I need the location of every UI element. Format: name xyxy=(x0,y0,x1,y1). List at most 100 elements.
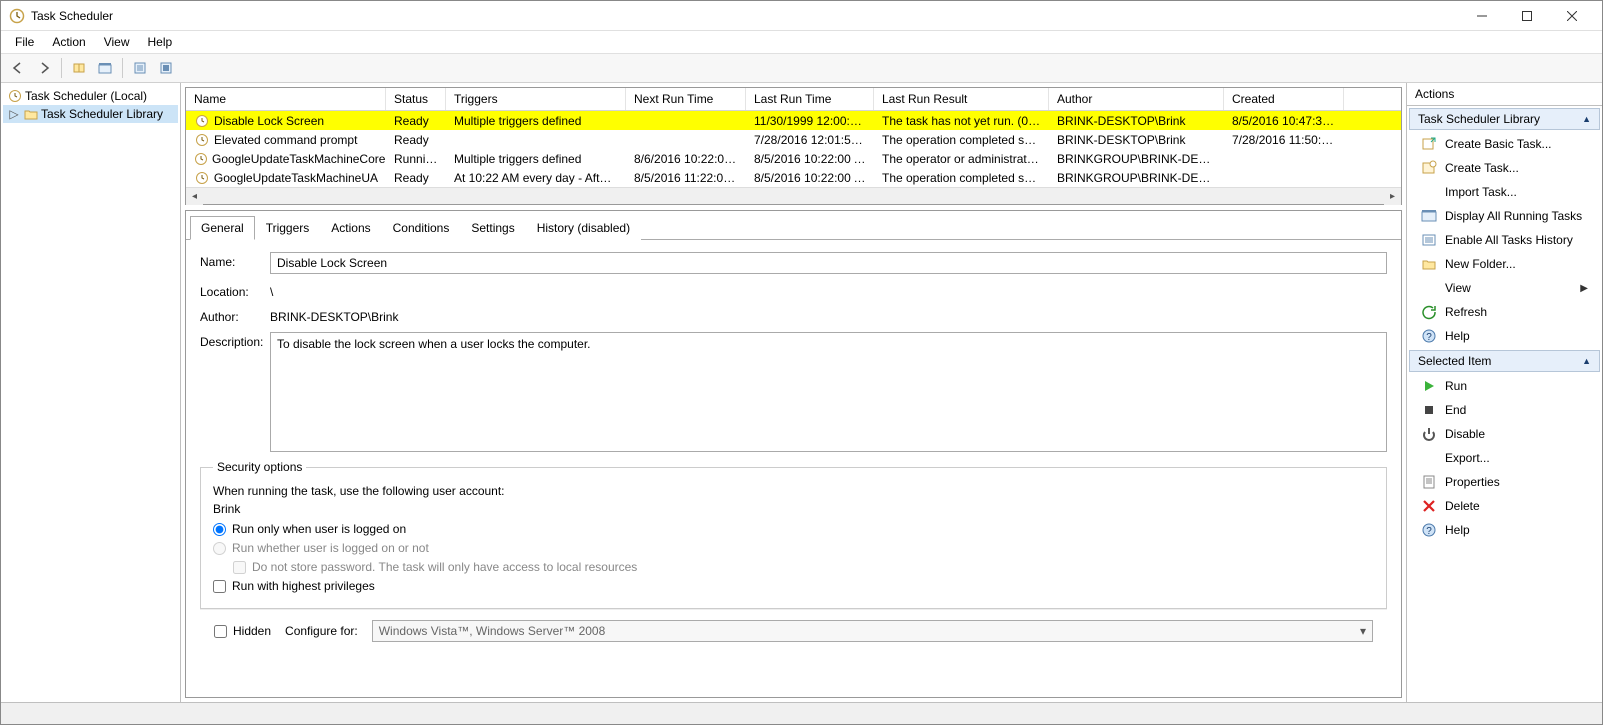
actions-list-selected: Run End Disable Export... Properties Delete?H… xyxy=(1407,374,1602,542)
back-button[interactable] xyxy=(7,57,29,79)
radio-logged-on[interactable] xyxy=(213,523,226,536)
forward-button[interactable] xyxy=(33,57,55,79)
col-author[interactable]: Author xyxy=(1049,88,1224,110)
main-area: Task Scheduler (Local) ▷ Task Scheduler … xyxy=(1,83,1602,702)
description-field[interactable] xyxy=(270,332,1387,452)
action-label: View xyxy=(1445,281,1471,295)
action-help[interactable]: ?Help xyxy=(1407,518,1602,542)
col-triggers[interactable]: Triggers xyxy=(446,88,626,110)
radio-logged-or-not-label: Run whether user is logged on or not xyxy=(232,541,429,555)
run-icon xyxy=(1421,378,1437,394)
minimize-button[interactable] xyxy=(1459,2,1504,30)
center-pane: Name Status Triggers Next Run Time Last … xyxy=(181,83,1407,702)
action-label: Help xyxy=(1445,329,1470,343)
tree-root[interactable]: Task Scheduler (Local) xyxy=(3,87,178,105)
expand-icon[interactable]: ▷ xyxy=(7,107,21,121)
action-properties[interactable]: Properties xyxy=(1407,470,1602,494)
cell-author: BRINK-DESKTOP\Brink xyxy=(1049,113,1224,129)
actions-list-library: Create Basic Task...Create Task...Import… xyxy=(1407,132,1602,348)
help-icon: ? xyxy=(1421,522,1437,538)
check-highest-priv[interactable] xyxy=(213,580,226,593)
toolbar-btn-3[interactable] xyxy=(129,57,151,79)
toolbar-btn-2[interactable] xyxy=(94,57,116,79)
check-hidden[interactable] xyxy=(214,625,227,638)
radio-logged-or-not[interactable] xyxy=(213,542,226,555)
action-label: End xyxy=(1445,403,1466,417)
action-new-folder[interactable]: New Folder... xyxy=(1407,252,1602,276)
author-value: BRINK-DESKTOP\Brink xyxy=(270,307,398,324)
menu-action[interactable]: Action xyxy=(44,33,93,51)
action-run[interactable]: Run xyxy=(1407,374,1602,398)
location-label: Location: xyxy=(200,282,270,299)
check-no-password[interactable] xyxy=(233,561,246,574)
window-title: Task Scheduler xyxy=(31,9,1459,23)
menu-help[interactable]: Help xyxy=(140,33,181,51)
help-icon: ? xyxy=(1421,328,1437,344)
collapse-icon: ▲ xyxy=(1582,114,1591,124)
task-row[interactable]: Elevated command promptReady7/28/2016 12… xyxy=(186,130,1401,149)
tree-library[interactable]: ▷ Task Scheduler Library xyxy=(3,105,178,123)
action-import-task[interactable]: Import Task... xyxy=(1407,180,1602,204)
cell-result: The operation completed suc... xyxy=(874,132,1049,148)
col-name[interactable]: Name xyxy=(186,88,386,110)
action-help[interactable]: ? Help xyxy=(1407,324,1602,348)
task-list-header: Name Status Triggers Next Run Time Last … xyxy=(186,88,1401,111)
task-row[interactable]: GoogleUpdateTaskMachineUAReadyAt 10:22 A… xyxy=(186,168,1401,187)
task-row[interactable]: GoogleUpdateTaskMachineCoreRunningMultip… xyxy=(186,149,1401,168)
description-label: Description: xyxy=(200,332,270,349)
task-icon xyxy=(194,113,210,129)
horizontal-scrollbar[interactable]: ◂ ▸ xyxy=(186,187,1401,204)
col-result[interactable]: Last Run Result xyxy=(874,88,1049,110)
name-label: Name: xyxy=(200,252,270,269)
col-status[interactable]: Status xyxy=(386,88,446,110)
action-label: Properties xyxy=(1445,475,1500,489)
close-button[interactable] xyxy=(1549,2,1594,30)
col-created[interactable]: Created xyxy=(1224,88,1344,110)
col-next[interactable]: Next Run Time xyxy=(626,88,746,110)
action-disable[interactable]: Disable xyxy=(1407,422,1602,446)
tab-general[interactable]: General xyxy=(190,216,255,240)
actions-section-selected[interactable]: Selected Item ▲ xyxy=(1409,350,1600,372)
action-enable-all-tasks-history[interactable]: Enable All Tasks History xyxy=(1407,228,1602,252)
col-last[interactable]: Last Run Time xyxy=(746,88,874,110)
cell-last: 8/5/2016 10:22:00 AM xyxy=(746,170,874,186)
check-no-password-label: Do not store password. The task will onl… xyxy=(252,560,637,574)
action-end[interactable]: End xyxy=(1407,398,1602,422)
scroll-right-icon[interactable]: ▸ xyxy=(1384,188,1401,205)
task-row[interactable]: Disable Lock ScreenReadyMultiple trigger… xyxy=(186,111,1401,130)
scroll-left-icon[interactable]: ◂ xyxy=(186,188,203,205)
name-field[interactable] xyxy=(270,252,1387,274)
cell-result: The operation completed suc... xyxy=(874,170,1049,186)
folder-icon xyxy=(23,106,39,122)
actions-section-library[interactable]: Task Scheduler Library ▲ xyxy=(1409,108,1600,130)
action-create-task[interactable]: Create Task... xyxy=(1407,156,1602,180)
enable-history-icon xyxy=(1421,232,1437,248)
general-tab-body: Name: Location: \ Author: BRINK-DESKTOP\… xyxy=(186,240,1401,697)
action-refresh[interactable]: Refresh xyxy=(1407,300,1602,324)
action-delete[interactable]: Delete xyxy=(1407,494,1602,518)
security-legend: Security options xyxy=(213,460,306,474)
tab-conditions[interactable]: Conditions xyxy=(382,216,461,240)
cell-next xyxy=(626,120,746,122)
maximize-button[interactable] xyxy=(1504,2,1549,30)
action-view[interactable]: View▶ xyxy=(1407,276,1602,300)
toolbar-btn-1[interactable] xyxy=(68,57,90,79)
location-value: \ xyxy=(270,282,273,299)
cell-status: Ready xyxy=(386,132,446,148)
cell-status: Ready xyxy=(386,113,446,129)
action-label: Disable xyxy=(1445,427,1485,441)
tab-settings[interactable]: Settings xyxy=(460,216,525,240)
tab-actions[interactable]: Actions xyxy=(320,216,381,240)
tab-history[interactable]: History (disabled) xyxy=(526,216,641,240)
collapse-icon: ▲ xyxy=(1582,356,1591,366)
toolbar-btn-4[interactable] xyxy=(155,57,177,79)
tab-triggers[interactable]: Triggers xyxy=(255,216,321,240)
menu-file[interactable]: File xyxy=(7,33,42,51)
action-display-all-running-tasks[interactable]: Display All Running Tasks xyxy=(1407,204,1602,228)
menu-view[interactable]: View xyxy=(96,33,138,51)
action-export[interactable]: Export... xyxy=(1407,446,1602,470)
action-create-basic-task[interactable]: Create Basic Task... xyxy=(1407,132,1602,156)
configure-select[interactable]: Windows Vista™, Windows Server™ 2008 xyxy=(372,620,1373,642)
window-controls xyxy=(1459,2,1594,30)
menubar: File Action View Help xyxy=(1,31,1602,53)
